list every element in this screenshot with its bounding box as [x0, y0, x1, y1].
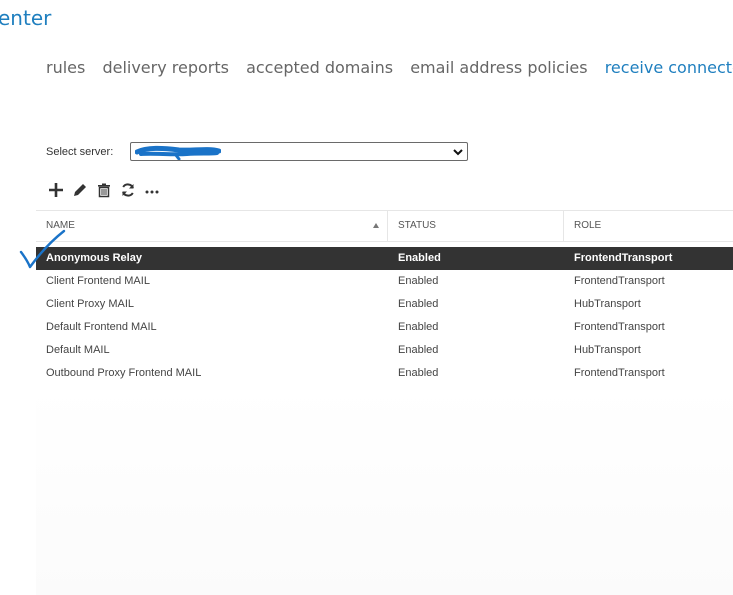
- cell-name: Default MAIL: [46, 344, 110, 356]
- redaction-scribble: [135, 145, 221, 160]
- app-title: enter: [0, 6, 52, 30]
- pencil-icon: [74, 184, 86, 196]
- server-select[interactable]: [130, 142, 468, 161]
- refresh-icon: [122, 183, 134, 197]
- tab-receive-connectors[interactable]: receive connectors: [605, 58, 733, 77]
- cell-name: Client Proxy MAIL: [46, 298, 135, 310]
- cell-status: Enabled: [398, 344, 439, 356]
- cell-status: Enabled: [398, 252, 441, 264]
- column-header-name[interactable]: NAME: [36, 211, 388, 241]
- cell-role: HubTransport: [574, 344, 641, 356]
- mail-flow-tabs: rules delivery reports accepted domains …: [46, 58, 733, 77]
- chevron-down-icon: [453, 149, 463, 156]
- delete-button[interactable]: [92, 179, 116, 201]
- cell-name: Anonymous Relay: [46, 252, 142, 264]
- tab-rules[interactable]: rules: [46, 58, 85, 77]
- table-body: Anonymous Relay Enabled FrontendTranspor…: [36, 247, 733, 385]
- cell-status: Enabled: [398, 321, 439, 333]
- more-button[interactable]: [140, 179, 164, 201]
- exchange-admin-page: enter rules delivery reports accepted do…: [0, 0, 733, 595]
- column-header-status[interactable]: STATUS: [388, 211, 564, 241]
- cell-status: Enabled: [398, 298, 439, 310]
- table-row[interactable]: Outbound Proxy Frontend MAIL Enabled Fro…: [36, 362, 733, 385]
- column-header-label: ROLE: [574, 220, 602, 231]
- add-button[interactable]: [44, 179, 68, 201]
- plus-icon: [49, 183, 63, 197]
- cell-status: Enabled: [398, 367, 439, 379]
- edit-button[interactable]: [68, 179, 92, 201]
- trash-icon: [98, 183, 110, 198]
- cell-role: FrontendTransport: [574, 321, 665, 333]
- table-row[interactable]: Anonymous Relay Enabled FrontendTranspor…: [36, 247, 733, 270]
- table-row[interactable]: Default MAIL Enabled HubTransport: [36, 339, 733, 362]
- cell-role: FrontendTransport: [574, 367, 665, 379]
- table-row[interactable]: Client Frontend MAIL Enabled FrontendTra…: [36, 270, 733, 293]
- tab-email-address-policies[interactable]: email address policies: [410, 58, 587, 77]
- ellipsis-icon: [145, 190, 159, 194]
- tab-delivery-reports[interactable]: delivery reports: [102, 58, 229, 77]
- checkmark-annotation-icon: [19, 229, 66, 269]
- select-server-label: Select server:: [46, 146, 114, 158]
- sort-ascending-icon: [373, 223, 379, 228]
- cell-status: Enabled: [398, 275, 439, 287]
- column-header-label: STATUS: [398, 220, 436, 231]
- details-pane: [36, 385, 733, 595]
- cell-name: Outbound Proxy Frontend MAIL: [46, 367, 202, 379]
- connector-toolbar: [44, 179, 164, 201]
- table-header: NAME STATUS ROLE: [36, 210, 733, 242]
- cell-name: Client Frontend MAIL: [46, 275, 150, 287]
- cell-role: FrontendTransport: [574, 275, 665, 287]
- refresh-button[interactable]: [116, 179, 140, 201]
- tab-accepted-domains[interactable]: accepted domains: [246, 58, 393, 77]
- table-row[interactable]: Default Frontend MAIL Enabled FrontendTr…: [36, 316, 733, 339]
- cell-role: HubTransport: [574, 298, 641, 310]
- column-header-role[interactable]: ROLE: [564, 211, 733, 241]
- cell-name: Default Frontend MAIL: [46, 321, 157, 333]
- receive-connectors-table: NAME STATUS ROLE Anonymous Relay Enabled…: [36, 210, 733, 385]
- table-row[interactable]: Client Proxy MAIL Enabled HubTransport: [36, 293, 733, 316]
- cell-role: FrontendTransport: [574, 252, 673, 264]
